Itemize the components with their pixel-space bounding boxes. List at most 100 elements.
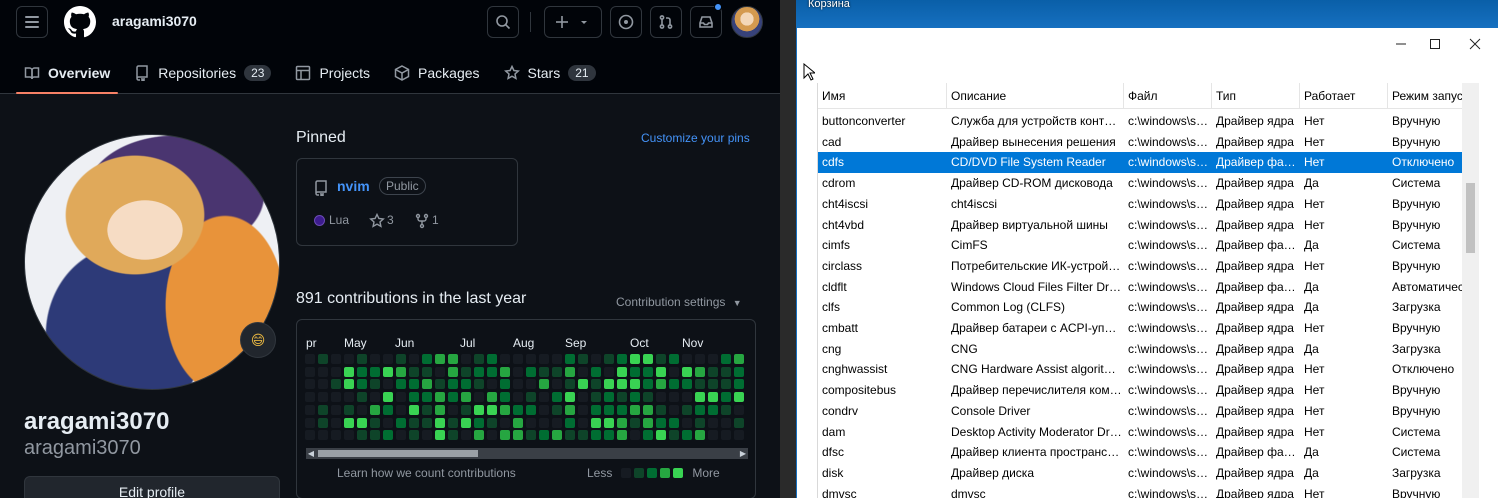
contribution-cell[interactable] [370, 404, 380, 415]
menu-button[interactable] [16, 6, 48, 38]
contribution-cell[interactable] [578, 430, 588, 441]
contribution-cell[interactable] [305, 430, 315, 441]
contribution-cell[interactable] [370, 366, 380, 377]
contribution-cell[interactable] [396, 366, 406, 377]
contribution-cell[interactable] [500, 354, 510, 364]
contribution-cell[interactable] [721, 392, 731, 403]
contribution-cell[interactable] [669, 392, 679, 403]
scroll-right-icon[interactable]: ▶ [738, 448, 748, 459]
contribution-cell[interactable] [422, 417, 432, 428]
contribution-cell[interactable] [682, 417, 692, 428]
contribution-cell[interactable] [331, 379, 341, 390]
contribution-cell[interactable] [461, 417, 471, 428]
contribution-cell[interactable] [435, 417, 445, 428]
graph-horizontal-scrollbar[interactable]: ◀ ▶ [306, 448, 748, 459]
contribution-cell[interactable] [500, 404, 510, 415]
learn-contributions-link[interactable]: Learn how we count contributions [337, 466, 516, 480]
contribution-cell[interactable] [682, 354, 692, 364]
contribution-cell[interactable] [383, 404, 393, 415]
contribution-cell[interactable] [435, 430, 445, 441]
contribution-cell[interactable] [604, 354, 614, 364]
contribution-cell[interactable] [474, 404, 484, 415]
contribution-cell[interactable] [318, 404, 328, 415]
contribution-cell[interactable] [357, 366, 367, 377]
contribution-cell[interactable] [591, 379, 601, 390]
contribution-cell[interactable] [513, 379, 523, 390]
contribution-cell[interactable] [344, 404, 354, 415]
contribution-cell[interactable] [305, 354, 315, 364]
contribution-cell[interactable] [305, 379, 315, 390]
contribution-cell[interactable] [383, 392, 393, 403]
contribution-cell[interactable] [565, 379, 575, 390]
contribution-cell[interactable] [318, 366, 328, 377]
contribution-cell[interactable] [526, 392, 536, 403]
contribution-cell[interactable] [331, 430, 341, 441]
contribution-cell[interactable] [565, 354, 575, 364]
star-icon[interactable] [369, 212, 385, 229]
contribution-cell[interactable] [604, 392, 614, 403]
contribution-cell[interactable] [578, 417, 588, 428]
contribution-cell[interactable] [422, 366, 432, 377]
contribution-cell[interactable] [643, 354, 653, 364]
search-button[interactable] [487, 6, 519, 38]
contribution-cell[interactable] [448, 366, 458, 377]
contribution-cell[interactable] [734, 430, 744, 441]
contribution-cell[interactable] [604, 430, 614, 441]
table-row[interactable]: cimfs CimFS c:\windows\system32 Драйвер фай… [818, 235, 1478, 256]
repo-stars-count[interactable]: 3 [387, 213, 394, 227]
contribution-cell[interactable] [357, 392, 367, 403]
contribution-cell[interactable] [643, 366, 653, 377]
table-row[interactable]: cnghwassist CNG Hardware Assist algorithm… [818, 359, 1478, 380]
contribution-cell[interactable] [617, 366, 627, 377]
contribution-cell[interactable] [656, 392, 666, 403]
tab-stars[interactable]: Stars 21 [496, 52, 604, 94]
contribution-cell[interactable] [513, 430, 523, 441]
contribution-cell[interactable] [734, 392, 744, 403]
contribution-cell[interactable] [422, 430, 432, 441]
contribution-cell[interactable] [513, 366, 523, 377]
contribution-cell[interactable] [734, 354, 744, 364]
contribution-cell[interactable] [461, 404, 471, 415]
repo-forks-count[interactable]: 1 [432, 213, 439, 227]
contribution-cell[interactable] [461, 379, 471, 390]
contribution-cell[interactable] [630, 366, 640, 377]
column-header-name[interactable]: Имя [818, 83, 947, 109]
contribution-cell[interactable] [500, 379, 510, 390]
contribution-cell[interactable] [383, 366, 393, 377]
contribution-cell[interactable] [318, 354, 328, 364]
table-row[interactable]: cdrom Драйвер CD-ROM дисковода c:\windows\… [818, 173, 1478, 194]
contribution-cell[interactable] [331, 392, 341, 403]
contribution-cell[interactable] [591, 354, 601, 364]
contribution-cell[interactable] [422, 379, 432, 390]
contribution-cell[interactable] [708, 430, 718, 441]
contribution-cell[interactable] [448, 404, 458, 415]
contribution-cell[interactable] [630, 392, 640, 403]
contribution-cell[interactable] [461, 430, 471, 441]
contribution-cell[interactable] [396, 430, 406, 441]
contribution-cell[interactable] [331, 404, 341, 415]
contribution-cell[interactable] [318, 430, 328, 441]
contribution-cell[interactable] [370, 392, 380, 403]
contribution-cell[interactable] [448, 392, 458, 403]
contribution-cell[interactable] [526, 354, 536, 364]
contribution-cell[interactable] [370, 430, 380, 441]
contribution-cell[interactable] [695, 404, 705, 415]
column-header-file[interactable]: Файл [1124, 83, 1212, 109]
fork-icon[interactable] [414, 213, 430, 229]
contribution-cell[interactable] [695, 379, 705, 390]
table-row[interactable]: dfsc Драйвер клиента пространства имен DF… [818, 442, 1478, 463]
contribution-cell[interactable] [344, 417, 354, 428]
contribution-cell[interactable] [474, 354, 484, 364]
contribution-cell[interactable] [721, 379, 731, 390]
header-username[interactable]: aragami3070 [112, 13, 197, 29]
contribution-cell[interactable] [409, 417, 419, 428]
contribution-cell[interactable] [344, 366, 354, 377]
contribution-cell[interactable] [383, 379, 393, 390]
vertical-scrollbar[interactable] [1462, 83, 1479, 498]
tab-packages[interactable]: Packages [386, 52, 487, 94]
contribution-cell[interactable] [734, 379, 744, 390]
contribution-cell[interactable] [383, 354, 393, 364]
contribution-cell[interactable] [578, 404, 588, 415]
contribution-cell[interactable] [357, 404, 367, 415]
contribution-cell[interactable] [695, 392, 705, 403]
